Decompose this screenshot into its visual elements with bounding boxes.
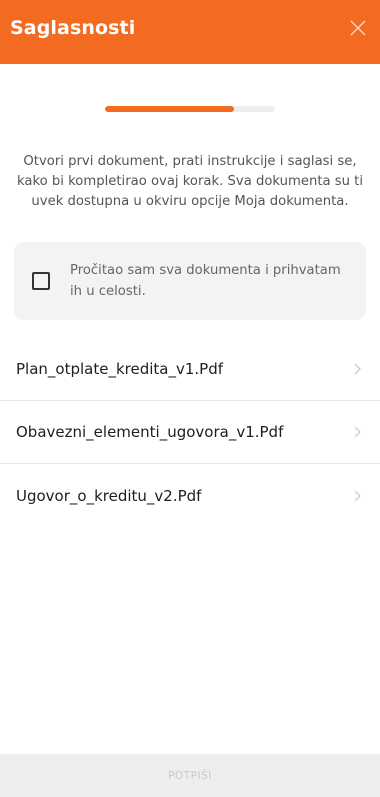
page-title: Saglasnosti xyxy=(10,17,136,39)
close-icon xyxy=(350,20,366,36)
instructions-text: Otvori prvi dokument, prati instrukcije … xyxy=(16,154,364,209)
consent-label: Pročitao sam sva dokumenta i prihvatam i… xyxy=(70,263,341,299)
app-header: Saglasnosti xyxy=(0,0,380,64)
document-list: Plan_otplate_kredita_v1.Pdf Obavezni_ele… xyxy=(0,338,380,527)
document-item-obavezni-elementi[interactable]: Obavezni_elementi_ugovora_v1.Pdf xyxy=(0,401,380,464)
document-name: Ugovor_o_kreditu_v2.Pdf xyxy=(16,486,202,505)
footer-bar: POTPIŠI xyxy=(0,754,380,797)
document-item-ugovor-o-kreditu[interactable]: Ugovor_o_kreditu_v2.Pdf xyxy=(0,464,380,527)
chevron-right-icon xyxy=(354,363,361,375)
document-name: Plan_otplate_kredita_v1.Pdf xyxy=(16,360,224,378)
progress-bar xyxy=(105,106,275,112)
chevron-right-icon xyxy=(354,490,361,501)
progress-bar-fill xyxy=(105,106,235,112)
document-name: Obavezni_elementi_ugovora_v1.Pdf xyxy=(16,423,284,441)
consent-checkbox[interactable] xyxy=(32,272,50,290)
document-item-plan-otplate[interactable]: Plan_otplate_kredita_v1.Pdf xyxy=(0,338,380,401)
consent-box[interactable]: Pročitao sam sva dokumenta i prihvatam i… xyxy=(14,242,366,320)
chevron-right-icon xyxy=(354,426,361,438)
close-button[interactable] xyxy=(346,16,370,40)
sign-button[interactable]: POTPIŠI xyxy=(162,769,218,783)
